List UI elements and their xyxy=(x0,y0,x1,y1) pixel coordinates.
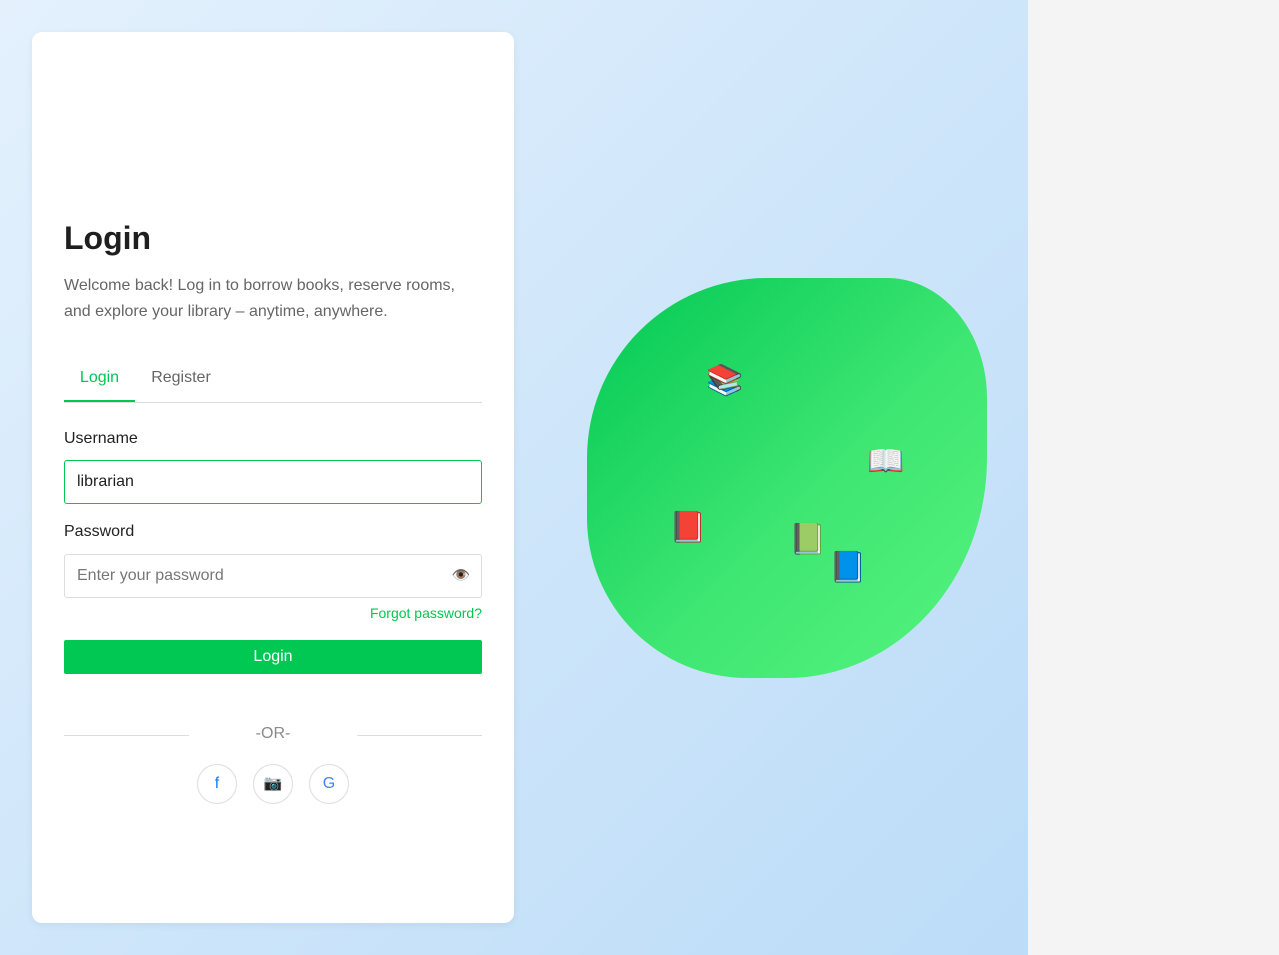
login-card: Login Welcome back! Log in to borrow boo… xyxy=(32,32,514,923)
auth-tabs: Login Register xyxy=(64,356,482,403)
open-book-icon: 📖 xyxy=(867,445,905,478)
google-icon[interactable]: G xyxy=(309,764,349,804)
password-input[interactable] xyxy=(64,554,482,598)
login-button[interactable]: Login xyxy=(64,640,482,674)
divider-left xyxy=(64,735,189,736)
or-divider: -OR- xyxy=(255,725,291,742)
page-background: Login Welcome back! Log in to borrow boo… xyxy=(0,0,1028,955)
books-stack-icon: 📚 xyxy=(706,364,744,397)
divider-right xyxy=(357,735,482,736)
tab-login[interactable]: Login xyxy=(64,356,135,402)
page-subtitle: Welcome back! Log in to borrow books, re… xyxy=(64,277,455,320)
instagram-icon[interactable]: 📷 xyxy=(253,764,293,804)
tab-register[interactable]: Register xyxy=(151,356,211,402)
illustration-blob xyxy=(587,278,987,678)
username-input[interactable] xyxy=(64,460,482,504)
blue-book-icon: 📘 xyxy=(829,551,867,584)
eye-icon[interactable]: 👁️ xyxy=(450,565,472,587)
username-label: Username xyxy=(64,430,138,447)
page-title: Login xyxy=(64,220,152,256)
password-label: Password xyxy=(64,523,135,540)
green-book-icon: 📗 xyxy=(789,523,827,556)
red-book-icon: 📕 xyxy=(669,511,707,544)
facebook-icon[interactable]: f xyxy=(197,764,237,804)
forgot-password-link[interactable]: Forgot password? xyxy=(370,605,482,621)
